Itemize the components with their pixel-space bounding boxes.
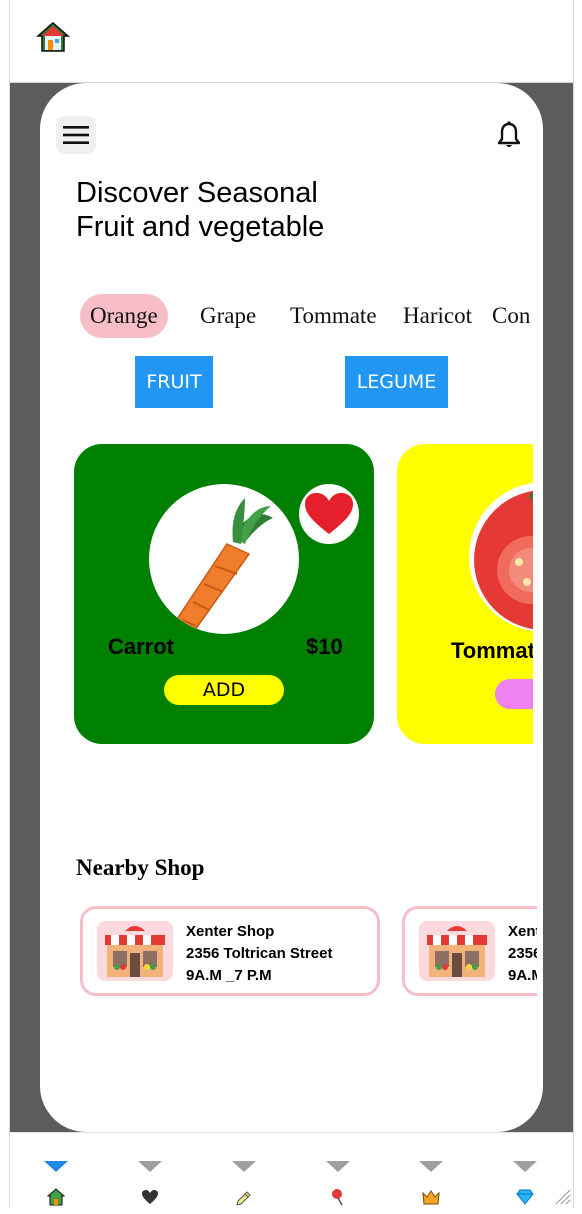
tab-indicator-icon: [419, 1161, 443, 1172]
product-card-tommate[interactable]: Tommate: [397, 444, 533, 744]
heart-icon: [140, 1188, 160, 1206]
chip-con[interactable]: Con: [492, 294, 530, 338]
product-name: Carrot: [108, 634, 175, 659]
house-icon[interactable]: [35, 20, 71, 54]
app-header: [10, 0, 573, 83]
product-price: $10: [306, 634, 343, 659]
product-card-carrot[interactable]: Carrot $10 ADD: [74, 444, 374, 744]
product-name: Tommate: [451, 638, 533, 663]
storefront-icon: [97, 921, 173, 981]
product-carousel: Carrot $10 ADD Tommate: [74, 444, 533, 744]
nav-tab-gems[interactable]: [505, 1133, 545, 1209]
title-line-1: Discover Seasonal: [76, 177, 318, 209]
nav-tab-premium[interactable]: [411, 1133, 451, 1209]
shop-name: Xenter Shop: [508, 923, 537, 940]
tomato-image: [469, 482, 533, 632]
fruit-button[interactable]: FRUIT: [135, 356, 213, 408]
carrot-image: [149, 484, 299, 634]
nav-tab-favorites[interactable]: [130, 1133, 170, 1209]
bell-icon[interactable]: [490, 116, 528, 154]
shop-card[interactable]: Xenter Shop 2356 Toltrican Street 9A.M _…: [80, 906, 380, 996]
shop-card[interactable]: Xenter Shop 2356 Toltrican Street 9A.M _…: [402, 906, 537, 996]
add-button[interactable]: [495, 679, 533, 709]
storefront-icon: [419, 921, 495, 981]
map-pin-icon: [328, 1188, 348, 1206]
home-icon: [46, 1188, 66, 1206]
nearby-shop-heading: Nearby Shop: [76, 855, 205, 880]
resize-handle-icon[interactable]: [552, 1186, 572, 1206]
heart-icon[interactable]: [299, 484, 359, 544]
title-line-2: Fruit and vegetable: [76, 211, 325, 243]
nav-tab-edit[interactable]: [224, 1133, 264, 1209]
tab-indicator-icon: [513, 1161, 537, 1172]
hamburger-menu-icon[interactable]: [56, 116, 96, 154]
filter-chips: Orange Grape Tommate Haricot Con: [80, 294, 533, 340]
nav-tab-home[interactable]: [36, 1133, 76, 1209]
shop-name: Xenter Shop: [186, 923, 275, 940]
tab-indicator-icon: [326, 1161, 350, 1172]
chip-haricot[interactable]: Haricot: [403, 294, 472, 338]
shop-address: 2356 Toltrican Street: [186, 945, 333, 962]
shop-hours: 9A.M _7 P.M: [186, 967, 272, 984]
chip-orange[interactable]: Orange: [80, 294, 168, 338]
add-button[interactable]: ADD: [164, 675, 284, 705]
shop-hours: 9A.M _7 P.M: [508, 967, 537, 984]
chip-grape[interactable]: Grape: [200, 294, 256, 338]
shop-list: Xenter Shop 2356 Toltrican Street 9A.M _…: [80, 906, 537, 998]
chip-tommate[interactable]: Tommate: [290, 294, 377, 338]
page-title: Discover Seasonal Fruit and vegetable: [76, 176, 456, 244]
pencil-icon: [234, 1188, 254, 1206]
active-indicator-icon: [44, 1161, 68, 1172]
shop-address: 2356 Toltrican Street: [508, 945, 537, 962]
nav-tab-location[interactable]: [318, 1133, 358, 1209]
crown-icon: [421, 1188, 441, 1206]
tab-indicator-icon: [138, 1161, 162, 1172]
legume-button[interactable]: LEGUME: [345, 356, 448, 408]
bottom-navigation: [10, 1132, 573, 1208]
diamond-icon: [515, 1188, 535, 1206]
tab-indicator-icon: [232, 1161, 256, 1172]
